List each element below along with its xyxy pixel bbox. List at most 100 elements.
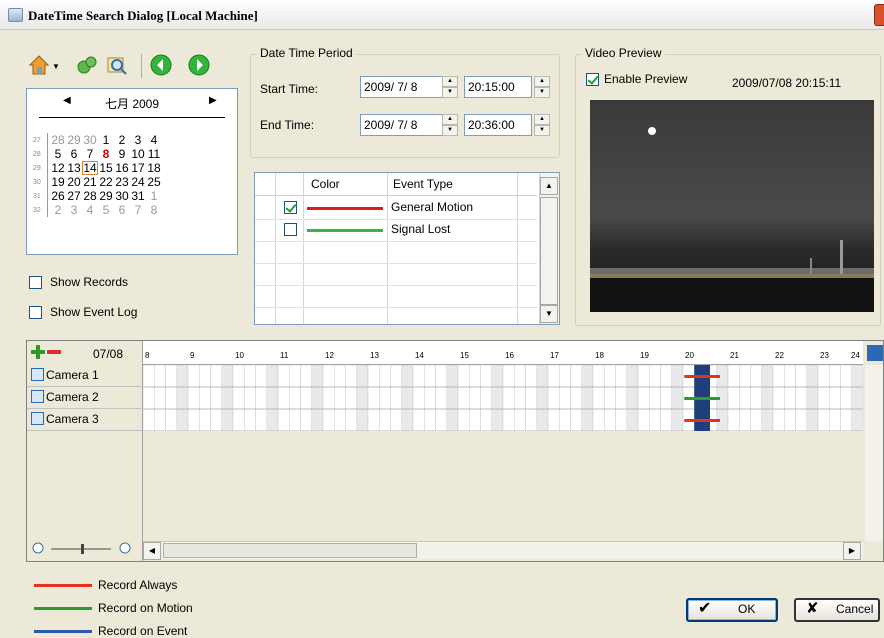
month-calendar[interactable]: ◀ 七月 2009 ▶ 27 28 29 30 1 2 3 4 28 5 6 7 8 9 10 11 29 12 1… [26,88,238,255]
timeline-slot [435,364,447,432]
timeline-vertical-scrollbar[interactable] [865,365,883,541]
timeline-slot [345,364,357,432]
calendar-prev-icon[interactable]: ◀ [63,95,71,106]
close-button[interactable] [874,4,884,26]
calendar-day[interactable]: 23 [114,175,130,189]
chevron-down-icon[interactable]: ▼ [52,62,60,71]
event-enable-checkbox[interactable] [284,201,297,214]
calendar-day[interactable]: 10 [130,147,146,161]
calendar-day[interactable]: 28 [50,133,66,147]
end-date-spinner[interactable]: ▲ ▼ [442,114,458,136]
start-time-spinner[interactable]: ▲ ▼ [534,76,550,98]
calendar-day[interactable]: 2 [114,133,130,147]
calendar-day[interactable]: 18 [146,161,162,175]
color-column-header: Color [311,177,340,191]
camera-row[interactable]: Camera 2 [27,387,143,409]
home-icon[interactable] [28,54,50,76]
calendar-day[interactable]: 8 [146,203,162,217]
refresh-icon[interactable] [76,54,98,76]
zoom-in-icon[interactable] [31,345,45,359]
calendar-day[interactable]: 12 [50,161,66,175]
event-type-table[interactable]: Color Event Type General Motion Signal Lo… [254,172,560,325]
event-table-scrollbar[interactable]: ▲ ▼ [539,173,559,324]
calendar-day[interactable]: 30 [82,133,98,147]
calendar-day[interactable]: 14 [82,161,98,175]
calendar-day[interactable]: 2 [50,203,66,217]
scroll-up-icon[interactable]: ▲ [540,177,558,195]
calendar-day[interactable]: 17 [130,161,146,175]
calendar-day[interactable]: 5 [98,203,114,217]
start-time-field[interactable]: 20:15:00 [464,76,532,98]
calendar-day[interactable]: 22 [98,175,114,189]
calendar-day[interactable]: 6 [114,203,130,217]
timeline-slot [772,364,785,432]
timeline-horizontal-scrollbar[interactable]: ◀ ▶ [143,541,863,560]
zoom-out-icon[interactable] [47,350,61,354]
camera-row[interactable]: Camera 1 [27,365,143,387]
timeline-slot [806,364,819,432]
calendar-day[interactable]: 24 [130,175,146,189]
cancel-button[interactable]: ✘ Cancel [794,598,880,622]
calendar-day[interactable]: 21 [82,175,98,189]
search-icon[interactable] [106,54,128,76]
calendar-day[interactable]: 11 [146,147,162,161]
calendar-day[interactable]: 1 [98,133,114,147]
timeline-grid[interactable] [142,364,864,432]
scroll-down-icon[interactable]: ▼ [540,305,558,323]
calendar-day[interactable]: 15 [98,161,114,175]
calendar-day[interactable]: 5 [50,147,66,161]
scroll-thumb[interactable] [540,197,558,305]
show-event-log-checkbox[interactable] [29,306,42,319]
event-enable-checkbox[interactable] [284,223,297,236]
recording-timeline[interactable]: 07/08 Camera 1 Camera 2 Camera 3 8 9 10 11 12 1… [26,340,884,562]
enable-preview-checkbox[interactable] [586,73,599,86]
ok-button[interactable]: ✔ OK [686,598,778,622]
calendar-day[interactable]: 3 [66,203,82,217]
week-number: 28 [33,150,41,158]
calendar-day[interactable]: 30 [114,189,130,203]
show-records-checkbox[interactable] [29,276,42,289]
end-time-field[interactable]: 20:36:00 [464,114,532,136]
calendar-day[interactable]: 28 [82,189,98,203]
calendar-day[interactable]: 4 [146,133,162,147]
calendar-day[interactable]: 29 [66,133,82,147]
calendar-day[interactable]: 1 [146,189,162,203]
hour-tick-label: 22 [775,351,784,360]
scroll-thumb[interactable] [163,543,417,558]
timeline-slot [671,364,684,432]
calendar-next-icon[interactable]: ▶ [209,95,217,106]
calendar-day[interactable]: 20 [66,175,82,189]
calendar-day[interactable]: 13 [66,161,82,175]
calendar-day[interactable]: 16 [114,161,130,175]
timeline-settings-icon[interactable] [867,345,883,361]
scroll-left-icon[interactable]: ◀ [143,542,161,560]
calendar-week-row: 30 19 20 21 22 23 24 25 [33,175,162,189]
calendar-day[interactable]: 25 [146,175,162,189]
end-time-spinner[interactable]: ▲ ▼ [534,114,550,136]
calendar-day[interactable]: 31 [130,189,146,203]
table-column-divider [387,173,388,324]
video-preview-title: Video Preview [582,46,665,60]
calendar-day[interactable]: 26 [50,189,66,203]
calendar-day[interactable]: 27 [66,189,82,203]
calendar-day[interactable]: 9 [114,147,130,161]
calendar-day[interactable]: 29 [98,189,114,203]
scroll-right-icon[interactable]: ▶ [843,542,861,560]
next-icon[interactable] [188,54,210,76]
show-event-log-label: Show Event Log [50,305,138,319]
end-date-field[interactable]: 2009/ 7/ 8 [360,114,444,136]
week-divider [47,175,48,189]
calendar-day[interactable]: 3 [130,133,146,147]
timeline-slot [412,364,425,432]
calendar-day[interactable]: 6 [66,147,82,161]
start-date-spinner[interactable]: ▲ ▼ [442,76,458,98]
calendar-day[interactable]: 7 [82,147,98,161]
start-date-field[interactable]: 2009/ 7/ 8 [360,76,444,98]
camera-row[interactable]: Camera 3 [27,409,143,431]
previous-icon[interactable] [150,54,172,76]
zoom-slider[interactable] [31,541,141,557]
calendar-day[interactable]: 4 [82,203,98,217]
calendar-day[interactable]: 19 [50,175,66,189]
calendar-day[interactable]: 7 [130,203,146,217]
calendar-day[interactable]: 8 [98,147,114,161]
